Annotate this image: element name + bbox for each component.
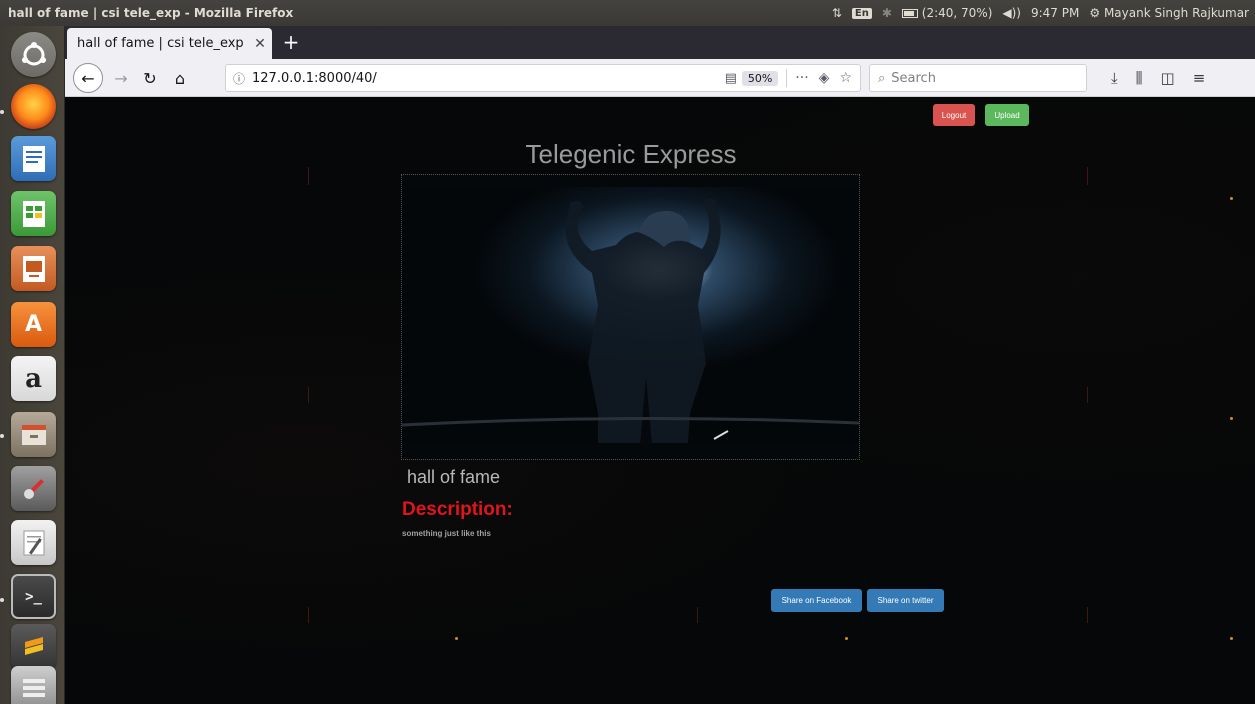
battery-indicator[interactable]: (2:40, 70%)	[901, 6, 993, 20]
running-indicator	[0, 434, 4, 438]
plus-icon: +	[282, 30, 300, 54]
home-icon: ⌂	[174, 68, 186, 88]
description-heading: Description:	[402, 499, 513, 520]
search-input[interactable]: ⌕ Search	[869, 64, 1087, 92]
clock[interactable]: 9:47 PM	[1031, 6, 1079, 20]
libreoffice-calc-icon[interactable]	[11, 191, 56, 236]
new-tab-button[interactable]: +	[279, 30, 303, 54]
system-settings-icon[interactable]	[11, 466, 56, 511]
network-icon[interactable]: ⇅	[832, 6, 842, 20]
desktop: hall of fame | csi tele_exp - Mozilla Fi…	[0, 0, 1255, 704]
close-icon[interactable]: ✕	[248, 36, 272, 52]
tab-active[interactable]: hall of fame | csi tele_exp ✕	[67, 28, 272, 59]
pocket-icon[interactable]: ◈	[819, 70, 830, 86]
post-image	[402, 187, 859, 445]
share-on-facebook-button[interactable]: Share on Facebook	[771, 589, 862, 612]
panel-indicators: ⇅ En ✱ (2:40, 70%) ◀)) 9:47 PM ⚙ Mayank …	[832, 6, 1255, 20]
navigation-toolbar: ← → ↻ ⌂ ⓘ 127.0.0.1:8000/40/ ▤ 50% ··· ◈…	[65, 59, 1255, 97]
running-indicator	[0, 598, 4, 602]
site-info-icon[interactable]: ⓘ	[226, 70, 252, 87]
firefox-icon[interactable]	[11, 84, 56, 129]
window-title: hall of fame | csi tele_exp - Mozilla Fi…	[8, 6, 294, 20]
background-streak	[308, 167, 309, 185]
search-placeholder: Search	[891, 70, 936, 86]
background-streak	[308, 607, 309, 623]
background-streak	[1087, 167, 1088, 185]
downloads-icon[interactable]: ⤓	[1111, 69, 1118, 87]
background-streak	[308, 387, 309, 403]
session-menu[interactable]: ⚙ Mayank Singh Rajkumar	[1089, 6, 1249, 20]
description-text: something just like this	[402, 529, 491, 538]
battery-icon	[901, 9, 918, 18]
libreoffice-impress-icon[interactable]	[11, 246, 56, 291]
home-button[interactable]: ⌂	[167, 64, 193, 92]
amazon-icon[interactable]: a	[11, 356, 56, 401]
hamburger-menu-icon[interactable]: ≡	[1193, 69, 1206, 87]
user-name: Mayank Singh Rajkumar	[1103, 6, 1249, 20]
reload-icon: ↻	[143, 68, 157, 88]
url-text[interactable]: 127.0.0.1:8000/40/	[252, 71, 720, 86]
battery-text: (2:40, 70%)	[921, 6, 993, 20]
running-indicator	[0, 110, 4, 114]
background-ember	[1230, 417, 1233, 420]
background-ember	[845, 637, 848, 640]
background-streak	[1087, 387, 1088, 403]
background-streak	[697, 607, 698, 623]
arrow-left-icon: ←	[81, 68, 95, 88]
tab-title: hall of fame | csi tele_exp	[77, 36, 244, 51]
background-streak	[1087, 607, 1088, 623]
background-ember	[1230, 637, 1233, 640]
site-title: Telegenic Express	[525, 139, 737, 169]
ubuntu-dash-icon[interactable]	[11, 32, 56, 77]
file-manager-icon[interactable]	[11, 412, 56, 457]
logout-button[interactable]: Logout	[933, 104, 975, 126]
page-actions-icon[interactable]: ···	[795, 70, 808, 86]
library-icon[interactable]: ⫼	[1136, 69, 1143, 87]
reader-view-icon[interactable]: ▤	[720, 71, 742, 86]
back-button[interactable]: ←	[73, 63, 103, 93]
keyboard-layout-indicator[interactable]: En	[851, 7, 872, 19]
arrow-right-icon: →	[114, 68, 128, 88]
sublime-text-icon[interactable]	[11, 624, 56, 669]
sidebar-icon[interactable]: ◫	[1161, 69, 1175, 87]
volume-icon[interactable]: ◀))	[1002, 6, 1021, 20]
unity-launcher: A a >_	[0, 26, 65, 704]
search-icon: ⌕	[878, 70, 886, 86]
background-ember	[1230, 197, 1233, 200]
zoom-level[interactable]: 50%	[741, 70, 779, 86]
text-editor-icon[interactable]	[11, 520, 56, 565]
terminal-icon[interactable]: >_	[11, 574, 56, 619]
disks-icon[interactable]	[11, 666, 56, 704]
url-bar[interactable]: ⓘ 127.0.0.1:8000/40/ ▤ 50% ··· ◈ ☆	[225, 64, 861, 92]
forward-button[interactable]: →	[109, 64, 133, 92]
software-center-icon[interactable]: A	[11, 302, 56, 347]
separator	[786, 69, 788, 87]
post-image-frame	[401, 174, 860, 460]
reload-button[interactable]: ↻	[137, 64, 163, 92]
bluetooth-icon[interactable]: ✱	[882, 6, 892, 20]
upload-button[interactable]: Upload	[985, 104, 1029, 126]
share-on-twitter-button[interactable]: Share on twitter	[867, 589, 944, 612]
bookmark-star-icon[interactable]: ☆	[839, 70, 852, 86]
background-ember	[455, 637, 458, 640]
web-content: Logout Upload Telegenic Express hall of …	[65, 97, 1255, 704]
top-panel: hall of fame | csi tele_exp - Mozilla Fi…	[0, 0, 1255, 26]
post-title: hall of fame	[407, 467, 501, 487]
gear-icon: ⚙	[1089, 6, 1101, 20]
libreoffice-writer-icon[interactable]	[11, 136, 56, 181]
tab-strip: hall of fame | csi tele_exp ✕ +	[65, 26, 1255, 59]
